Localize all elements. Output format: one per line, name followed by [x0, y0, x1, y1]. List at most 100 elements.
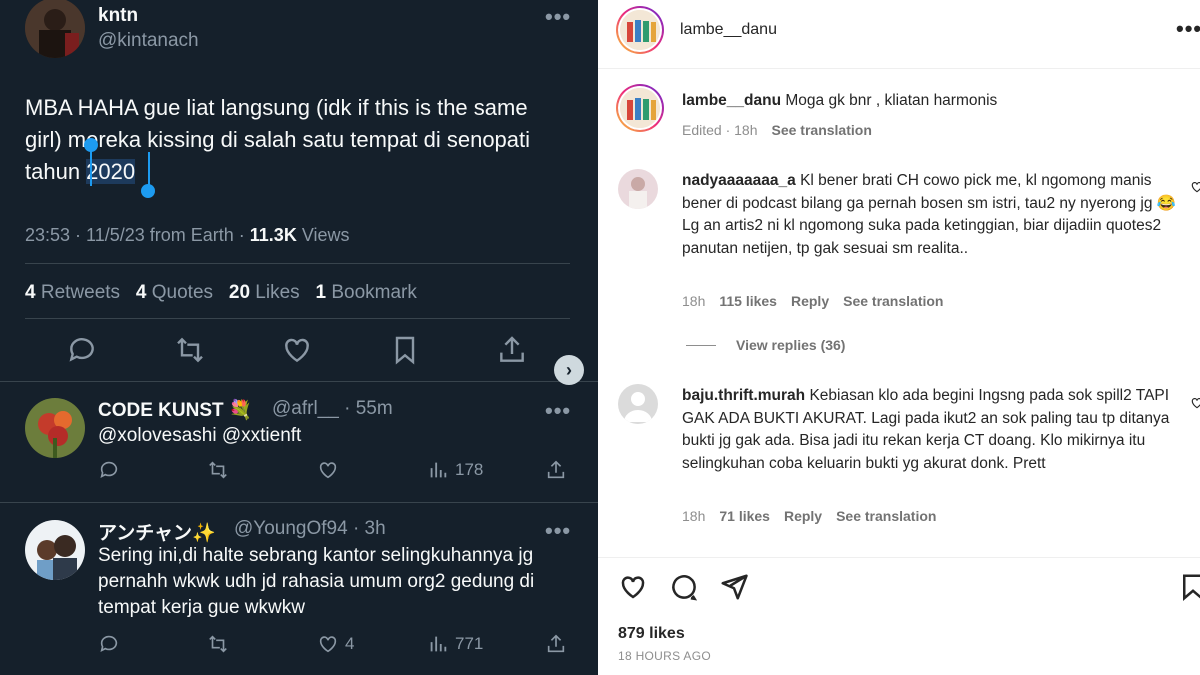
twitter-thread-panel: kntn @kintanach ••• MBA HAHA gue liat la…: [0, 0, 598, 675]
like-icon[interactable]: [618, 572, 648, 602]
caption-text: Moga gk bnr , kliatan harmonis: [785, 92, 998, 109]
see-translation-link[interactable]: See translation: [843, 293, 943, 309]
header-username[interactable]: lambe__danu: [680, 21, 777, 39]
comment-username[interactable]: nadyaaaaaaa_a: [682, 172, 796, 189]
reply-avatar-image: [25, 398, 85, 458]
selection-caret-start: [90, 148, 92, 186]
quotes-stat[interactable]: 4 Quotes: [136, 282, 213, 303]
bookmark-icon[interactable]: [389, 334, 421, 366]
header-avatar[interactable]: [616, 6, 664, 54]
see-translation-link[interactable]: See translation: [772, 122, 872, 138]
caption-username[interactable]: lambe__danu: [682, 92, 781, 109]
reply-text: Sering ini,di halte sebrang kantor selin…: [98, 545, 535, 618]
view-replies-line: [686, 345, 716, 346]
caption-meta: Edited · 18h See translation: [682, 122, 886, 138]
divider: [598, 557, 1200, 558]
retweet-icon[interactable]: [207, 458, 229, 482]
more-options-icon[interactable]: •••: [1176, 16, 1200, 42]
caption-edited-time: Edited · 18h: [682, 122, 758, 138]
author-avatar-image: [25, 0, 85, 58]
like-icon[interactable]: [317, 458, 339, 482]
views-count: 771: [455, 634, 484, 653]
instagram-post-panel: lambe__danu ••• lambe__danu Moga gk bnr …: [598, 0, 1200, 675]
bookmarks-label: Bookmark: [331, 282, 417, 303]
default-avatar-icon: [618, 384, 658, 424]
retweets-stat[interactable]: 4 Retweets: [25, 282, 120, 303]
caption-avatar[interactable]: [616, 84, 664, 132]
likes-count: 20: [228, 282, 251, 303]
comment: baju.thrift.murah Kebiasan klo ada begin…: [682, 385, 1178, 475]
like-comment-icon[interactable]: [1190, 180, 1200, 194]
divider: [598, 68, 1200, 69]
reply-author-handle[interactable]: @afrl__ · 55m: [272, 398, 393, 420]
post-likes-count[interactable]: 879 likes: [618, 625, 685, 643]
reply-author-name[interactable]: アンチャン✨: [98, 518, 216, 545]
comment-avatar-image: [618, 169, 658, 209]
views-count: 178: [455, 460, 484, 479]
likes-label: Likes: [255, 282, 300, 303]
reply-avatar-image: [25, 520, 85, 580]
share-icon[interactable]: [545, 458, 567, 482]
retweets-count: 4: [25, 282, 36, 303]
reply-author-handle[interactable]: @YoungOf94 · 3h: [234, 518, 386, 540]
reply-button[interactable]: Reply: [784, 508, 822, 524]
views-stat[interactable]: 771: [427, 632, 483, 656]
like-comment-icon[interactable]: [1190, 396, 1200, 410]
divider: [25, 263, 570, 264]
like-stat[interactable]: 4: [317, 632, 354, 656]
more-options-icon[interactable]: •••: [545, 518, 571, 544]
author-handle[interactable]: @kintanach: [98, 30, 199, 52]
comment-time: 18h: [682, 508, 706, 524]
tweet-timestamp: 23:53 · 11/5/23 from Earth · 11.3K Views: [25, 225, 350, 246]
reply-icon[interactable]: [98, 632, 120, 656]
comment-icon[interactable]: [669, 572, 699, 602]
selected-text: 2020: [86, 159, 136, 184]
tweet-time-source: 23:53 · 11/5/23 from Earth ·: [25, 225, 250, 245]
bookmarks-stat[interactable]: 1 Bookmark: [316, 282, 417, 303]
share-icon[interactable]: [496, 334, 528, 366]
views-icon: [430, 462, 447, 478]
retweet-icon[interactable]: [174, 334, 206, 366]
author-name[interactable]: kntn: [98, 5, 138, 27]
view-replies-button[interactable]: View replies (36): [736, 337, 859, 353]
comment-avatar[interactable]: [618, 169, 658, 209]
share-icon[interactable]: [545, 632, 567, 656]
more-options-icon[interactable]: •••: [545, 398, 571, 424]
comment-meta: 18h 71 likes Reply See translation: [682, 508, 950, 524]
reply-avatar[interactable]: [25, 520, 85, 580]
reply-avatar[interactable]: [25, 398, 85, 458]
caption: lambe__danu Moga gk bnr , kliatan harmon…: [682, 90, 1182, 113]
views-label: Views: [296, 225, 350, 245]
quotes-label: Quotes: [151, 282, 214, 303]
retweet-icon[interactable]: [207, 632, 229, 656]
reply-author-name[interactable]: CODE KUNST 💐: [98, 398, 253, 422]
comment-username[interactable]: baju.thrift.murah: [682, 387, 805, 404]
share-icon[interactable]: [719, 572, 749, 602]
reply-icon[interactable]: [98, 458, 120, 482]
author-avatar[interactable]: [25, 0, 85, 58]
comment-likes[interactable]: 115 likes: [719, 293, 777, 309]
retweets-label: Retweets: [40, 282, 121, 303]
post-timestamp: 18 HOURS AGO: [618, 649, 711, 663]
likes-stat[interactable]: 20 Likes: [229, 282, 300, 303]
like-icon: [319, 636, 337, 653]
quotes-count: 4: [135, 282, 147, 303]
save-icon[interactable]: [1178, 572, 1200, 602]
like-icon[interactable]: [281, 334, 313, 366]
chevron-right-icon[interactable]: ›: [554, 355, 584, 385]
reply-icon[interactable]: [66, 334, 98, 366]
tweet-text: MBA HAHA gue liat langsung (idk if this …: [25, 92, 570, 188]
more-options-icon[interactable]: •••: [545, 4, 571, 30]
views-stat[interactable]: 178: [427, 458, 483, 482]
see-translation-link[interactable]: See translation: [836, 508, 936, 524]
engagement-stats: 4 Retweets 4 Quotes 20 Likes 1 Bookmark: [25, 282, 417, 304]
comment-time: 18h: [682, 293, 706, 309]
views-icon: [430, 636, 447, 652]
comment-avatar[interactable]: [618, 384, 658, 424]
selection-handle-end[interactable]: [141, 184, 155, 198]
reply-button[interactable]: Reply: [791, 293, 829, 309]
reply-mentions[interactable]: @xolovesashi @xxtienft: [98, 423, 301, 449]
comment-likes[interactable]: 71 likes: [719, 508, 770, 524]
likes-count: 4: [345, 634, 355, 653]
comment-meta: 18h 115 likes Reply See translation: [682, 293, 957, 309]
